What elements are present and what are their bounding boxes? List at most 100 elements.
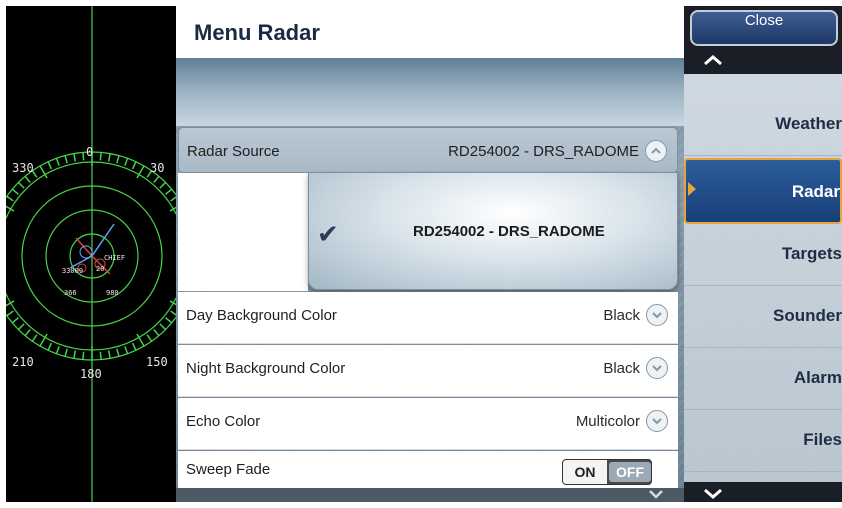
scroll-down-icon[interactable] [702, 488, 724, 500]
toggle-off-option[interactable]: OFF [609, 462, 651, 482]
nav-item-targets[interactable]: Targets [684, 224, 842, 286]
bezel-tick [153, 329, 160, 337]
day-background-value: Black [603, 307, 640, 324]
radar-source-value: RD254002 - DRS_RADOME [448, 143, 639, 160]
bezel-tick [165, 317, 173, 324]
target-label: 20 [96, 265, 104, 273]
bezel-tick [107, 350, 111, 359]
bezel-tick [124, 345, 129, 354]
nav-item-label: Targets [781, 244, 842, 263]
bearing-label-180: 180 [80, 367, 102, 381]
menu-scroll-bar[interactable] [176, 488, 684, 502]
bezel-tick [39, 333, 48, 347]
bezel-tick [116, 348, 120, 357]
bearing-label-30: 30 [150, 161, 164, 175]
bezel-tick [6, 195, 14, 202]
toggle-on-option[interactable]: ON [563, 460, 607, 484]
bezel-tick [82, 351, 85, 360]
menu-title: Menu Radar [194, 20, 320, 45]
bezel-tick [146, 334, 153, 342]
radar-display[interactable]: 330 0 30 210 180 150 CHIEF 33009 20 366 … [6, 6, 176, 502]
day-background-label: Day Background Color [186, 307, 337, 324]
bezel-tick [124, 158, 129, 167]
header-background [176, 58, 684, 126]
bezel-tick [11, 188, 19, 195]
bezel-tick [153, 175, 160, 183]
bezel-tick [136, 165, 145, 179]
target-label: 33009 [62, 267, 83, 275]
bezel-tick [11, 317, 19, 324]
bezel-tick [131, 161, 137, 170]
dropdown-spacer [178, 173, 308, 291]
scroll-up-icon[interactable] [702, 54, 724, 66]
nav-item-label: Alarm [793, 368, 842, 387]
bezel-tick [6, 310, 14, 317]
close-button[interactable]: Close [690, 10, 838, 46]
bezel-tick [47, 342, 53, 351]
bezel-tick [116, 155, 120, 164]
bezel-tick [73, 350, 77, 359]
target-label: 980 [106, 289, 119, 297]
bezel-tick [136, 333, 145, 347]
radar-source-dropdown[interactable]: ✔ RD254002 - DRS_RADOME [308, 172, 678, 290]
echo-color-value: Multicolor [575, 413, 640, 430]
bezel-tick [73, 153, 77, 162]
bezel-tick [159, 181, 167, 189]
sweep-fade-row[interactable]: Sweep Fade ON OFF [178, 451, 678, 489]
bezel-tick [99, 152, 102, 161]
chevron-down-icon[interactable] [646, 488, 666, 502]
echo-color-label: Echo Color [186, 413, 261, 430]
bezel-tick [99, 351, 102, 360]
night-background-row[interactable]: Night Background Color Black [178, 345, 678, 397]
bearing-label-330: 330 [12, 161, 34, 175]
nav-item-label: Radar [791, 182, 840, 201]
nav-item-alarm[interactable]: Alarm [684, 348, 842, 410]
menu-header: Menu Radar [176, 6, 684, 58]
active-marker-icon [688, 182, 696, 196]
nav-item-files[interactable]: Files [684, 410, 842, 472]
chevron-down-icon[interactable] [646, 304, 668, 326]
bezel-tick [31, 334, 38, 342]
sweep-fade-toggle[interactable]: ON OFF [562, 459, 652, 485]
bezel-tick [55, 345, 60, 354]
bezel-tick [64, 155, 68, 164]
bezel-tick [55, 158, 60, 167]
bezel-tick [17, 181, 25, 189]
radar-source-row[interactable]: Radar Source RD254002 - DRS_RADOME [178, 127, 678, 173]
bezel-tick [24, 175, 31, 183]
bezel-tick [165, 188, 173, 195]
target-label: 366 [64, 289, 77, 297]
nav-item-label: Weather [775, 114, 842, 133]
chevron-up-icon[interactable] [645, 140, 667, 162]
radar-menu-panel: Menu Radar Radar Source RD254002 - DRS_R… [176, 6, 684, 502]
bezel-tick [64, 348, 68, 357]
target-label: CHIEF [104, 254, 125, 262]
nav-list: Weather Radar Targets Sounder Alarm File… [684, 74, 842, 482]
sweep-fade-label: Sweep Fade [186, 461, 271, 478]
nav-item-label: Files [803, 430, 842, 449]
day-background-row[interactable]: Day Background Color Black [178, 292, 678, 344]
night-background-value: Black [603, 360, 640, 377]
nav-item-label: Sounder [773, 306, 842, 325]
category-nav: Close Weather Radar Targets Sounder Alar… [684, 6, 842, 502]
bezel-tick [159, 323, 167, 331]
bearing-label-0: 0 [86, 145, 93, 159]
echo-color-row[interactable]: Echo Color Multicolor [178, 398, 678, 450]
chevron-down-icon[interactable] [646, 357, 668, 379]
dropdown-option-label[interactable]: RD254002 - DRS_RADOME [413, 223, 605, 240]
bezel-tick [131, 342, 137, 351]
night-background-label: Night Background Color [186, 360, 346, 377]
bearing-label-150: 150 [146, 355, 168, 369]
bezel-tick [39, 165, 48, 179]
chevron-down-icon[interactable] [646, 410, 668, 432]
radar-source-label: Radar Source [187, 143, 280, 160]
nav-item-sounder[interactable]: Sounder [684, 286, 842, 348]
bezel-tick [82, 152, 85, 161]
bezel-tick [24, 329, 31, 337]
bezel-tick [47, 161, 53, 170]
nav-item-radar[interactable]: Radar [684, 158, 842, 224]
bearing-label-210: 210 [12, 355, 34, 369]
bezel-tick [17, 323, 25, 331]
nav-item-weather[interactable]: Weather [684, 94, 842, 156]
bezel-tick [107, 153, 111, 162]
